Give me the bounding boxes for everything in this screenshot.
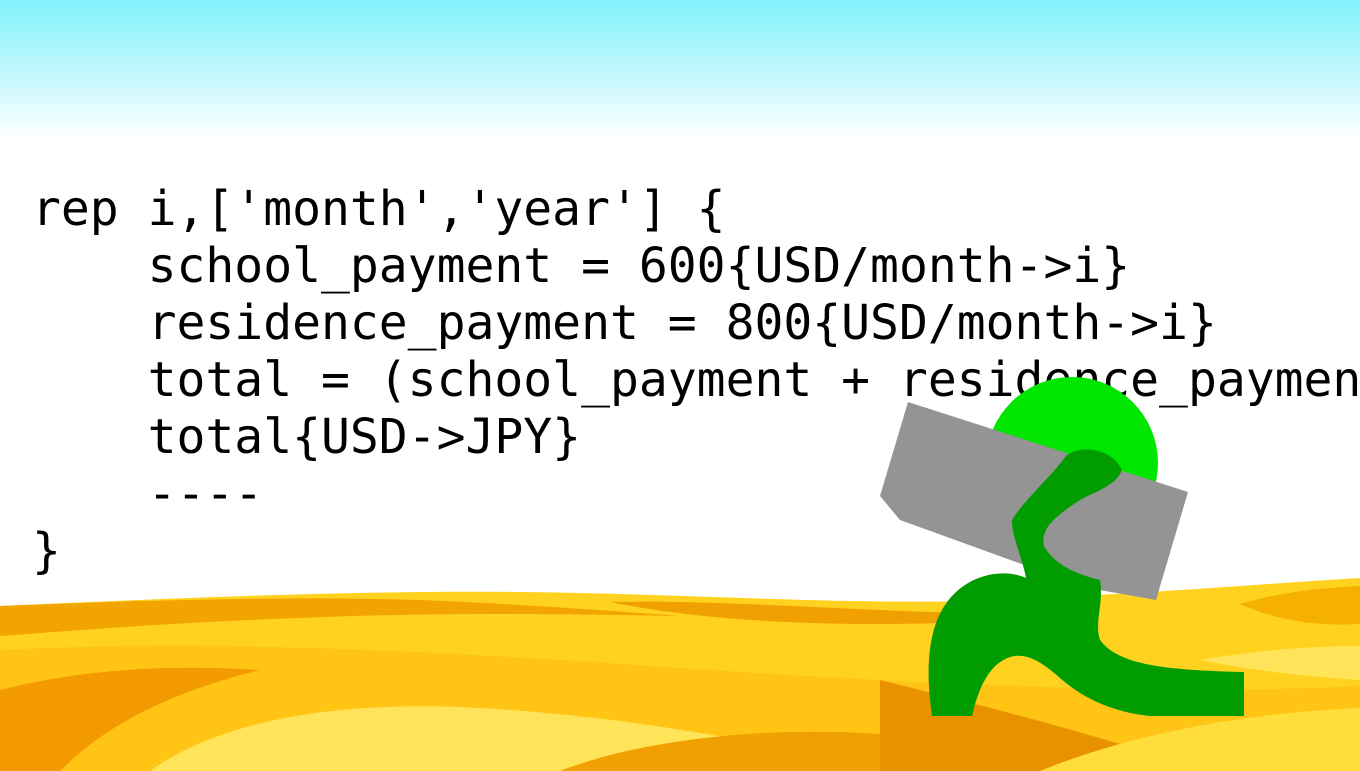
slide-canvas: rep i,['month','year'] { school_payment … [0,0,1360,771]
stone-carrier-figure-icon [880,377,1244,716]
